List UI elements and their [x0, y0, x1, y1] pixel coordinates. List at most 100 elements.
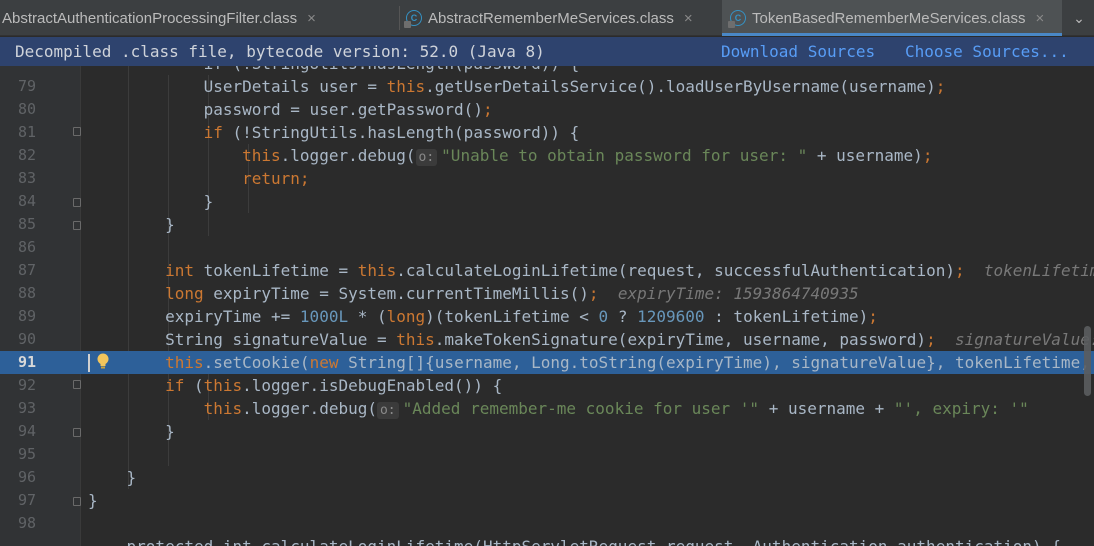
code-token: ;: [588, 284, 599, 303]
code-text[interactable]: long expiryTime = System.currentTimeMill…: [88, 282, 859, 305]
code-line[interactable]: 92 if (this.logger.isDebugEnabled()) {: [0, 374, 1094, 397]
vertical-scrollbar-thumb[interactable]: [1084, 326, 1091, 396]
code-token: }: [88, 215, 175, 234]
code-text[interactable]: }: [88, 489, 98, 512]
code-line[interactable]: 81 if (!StringUtils.hasLength(password))…: [0, 121, 1094, 144]
code-text[interactable]: UserDetails user = this.getUserDetailsSe…: [88, 75, 946, 98]
close-icon[interactable]: ×: [1035, 10, 1044, 27]
code-line[interactable]: 95: [0, 443, 1094, 466]
close-icon[interactable]: ×: [684, 10, 693, 27]
code-line[interactable]: 86: [0, 236, 1094, 259]
line-number[interactable]: 82: [0, 144, 36, 167]
code-text: if (!StringUtils.hasLength(password)) {: [88, 66, 580, 75]
code-text[interactable]: }: [88, 213, 175, 236]
code-line[interactable]: 89 expiryTime += 1000L * (long)(tokenLif…: [0, 305, 1094, 328]
code-line[interactable]: 79 UserDetails user = this.getUserDetail…: [0, 75, 1094, 98]
code-line[interactable]: 84 }: [0, 190, 1094, 213]
fold-marker-icon[interactable]: [73, 428, 81, 437]
code-line[interactable]: 91 this.setCookie(new String[]{username,…: [0, 351, 1094, 374]
line-number[interactable]: 81: [0, 121, 36, 144]
code-line[interactable]: 83 return;: [0, 167, 1094, 190]
line-number[interactable]: 86: [0, 236, 36, 259]
line-number[interactable]: 79: [0, 75, 36, 98]
code-text[interactable]: this.logger.debug(o: "Added remember-me c…: [88, 397, 1029, 420]
code-line[interactable]: 88 long expiryTime = System.currentTimeM…: [0, 282, 1094, 305]
code-text[interactable]: String signatureValue = this.makeTokenSi…: [88, 328, 1094, 351]
download-sources-link[interactable]: Download Sources: [721, 42, 875, 61]
code-token: this: [88, 353, 204, 372]
code-token: }: [88, 491, 98, 510]
tab-abstract-remember-me-services[interactable]: C AbstractRememberMeServices.class ×: [402, 0, 720, 36]
code-line[interactable]: 94 }: [0, 420, 1094, 443]
fold-marker-icon[interactable]: [73, 497, 81, 506]
banner-message: Decompiled .class file, bytecode version…: [15, 42, 545, 61]
line-number[interactable]: 96: [0, 466, 36, 489]
fold-marker-icon[interactable]: [73, 198, 81, 207]
line-number[interactable]: 92: [0, 374, 36, 397]
code-text[interactable]: }: [88, 420, 175, 443]
code-token: "', expiry: '": [893, 399, 1029, 418]
code-token: String signatureValue =: [88, 330, 397, 349]
line-number[interactable]: 89: [0, 305, 36, 328]
code-token: (: [184, 376, 204, 395]
code-editor[interactable]: if (!StringUtils.hasLength(password)) {7…: [0, 66, 1094, 546]
code-line[interactable]: 87 int tokenLifetime = this.calculateLog…: [0, 259, 1094, 282]
code-line[interactable]: 97}: [0, 489, 1094, 512]
choose-sources-link[interactable]: Choose Sources...: [905, 42, 1069, 61]
code-token: .makeTokenSignature(expiryTime, username…: [434, 330, 927, 349]
line-number[interactable]: 87: [0, 259, 36, 282]
line-number[interactable]: 95: [0, 443, 36, 466]
line-number[interactable]: 83: [0, 167, 36, 190]
fold-marker-icon[interactable]: [73, 380, 81, 389]
line-number[interactable]: 91: [0, 351, 36, 374]
line-number[interactable]: 94: [0, 420, 36, 443]
close-icon[interactable]: ×: [307, 10, 316, 27]
code-token: int: [165, 261, 194, 280]
line-number[interactable]: 88: [0, 282, 36, 305]
code-line[interactable]: 82 this.logger.debug(o: "Unable to obtain…: [0, 144, 1094, 167]
tabs-dropdown-icon[interactable]: ⌄: [1064, 0, 1094, 36]
line-number[interactable]: 85: [0, 213, 36, 236]
code-line-partial: if (!StringUtils.hasLength(password)) {: [0, 66, 1094, 75]
fold-marker-icon[interactable]: [73, 221, 81, 230]
line-number[interactable]: 84: [0, 190, 36, 213]
tab-abstract-authentication-processing-filter[interactable]: AbstractAuthenticationProcessingFilter.c…: [0, 0, 398, 36]
code-line[interactable]: 90 String signatureValue = this.makeToke…: [0, 328, 1094, 351]
code-token: .setCookie(: [203, 353, 310, 372]
code-token: 0: [598, 307, 609, 326]
code-text[interactable]: expiryTime += 1000L * (long)(tokenLifeti…: [88, 305, 878, 328]
line-number[interactable]: 80: [0, 98, 36, 121]
line-number[interactable]: 97: [0, 489, 36, 512]
code-token: this: [203, 399, 243, 418]
code-line[interactable]: 98: [0, 512, 1094, 535]
code-token: UserDetails user =: [88, 77, 387, 96]
code-text[interactable]: password = user.getPassword();: [88, 98, 493, 121]
line-number[interactable]: 90: [0, 328, 36, 351]
tab-token-based-remember-me-services[interactable]: C TokenBasedRememberMeServices.class ×: [722, 0, 1062, 36]
line-number[interactable]: 98: [0, 512, 36, 535]
code-line[interactable]: 93 this.logger.debug(o: "Added remember-m…: [0, 397, 1094, 420]
code-text[interactable]: if (this.logger.isDebugEnabled()) {: [88, 374, 502, 397]
code-text[interactable]: this.setCookie(new String[]{username, Lo…: [88, 351, 1094, 374]
code-text[interactable]: this.logger.debug(o: "Unable to obtain pa…: [88, 144, 932, 167]
code-line[interactable]: 96 }: [0, 466, 1094, 489]
code-text[interactable]: }: [88, 190, 214, 213]
code-line[interactable]: 80 password = user.getPassword();: [0, 98, 1094, 121]
code-text[interactable]: }: [88, 466, 137, 489]
code-text[interactable]: int tokenLifetime = this.calculateLoginL…: [88, 259, 1094, 282]
code-token: this: [357, 261, 397, 280]
code-token: ;: [926, 330, 936, 349]
code-text[interactable]: if (!StringUtils.hasLength(password)) {: [88, 121, 580, 144]
fold-marker-icon[interactable]: [73, 127, 81, 136]
code-text[interactable]: return;: [88, 167, 309, 190]
code-line[interactable]: 85 }: [0, 213, 1094, 236]
code-token: * (: [348, 307, 387, 326]
line-number[interactable]: 93: [0, 397, 36, 420]
